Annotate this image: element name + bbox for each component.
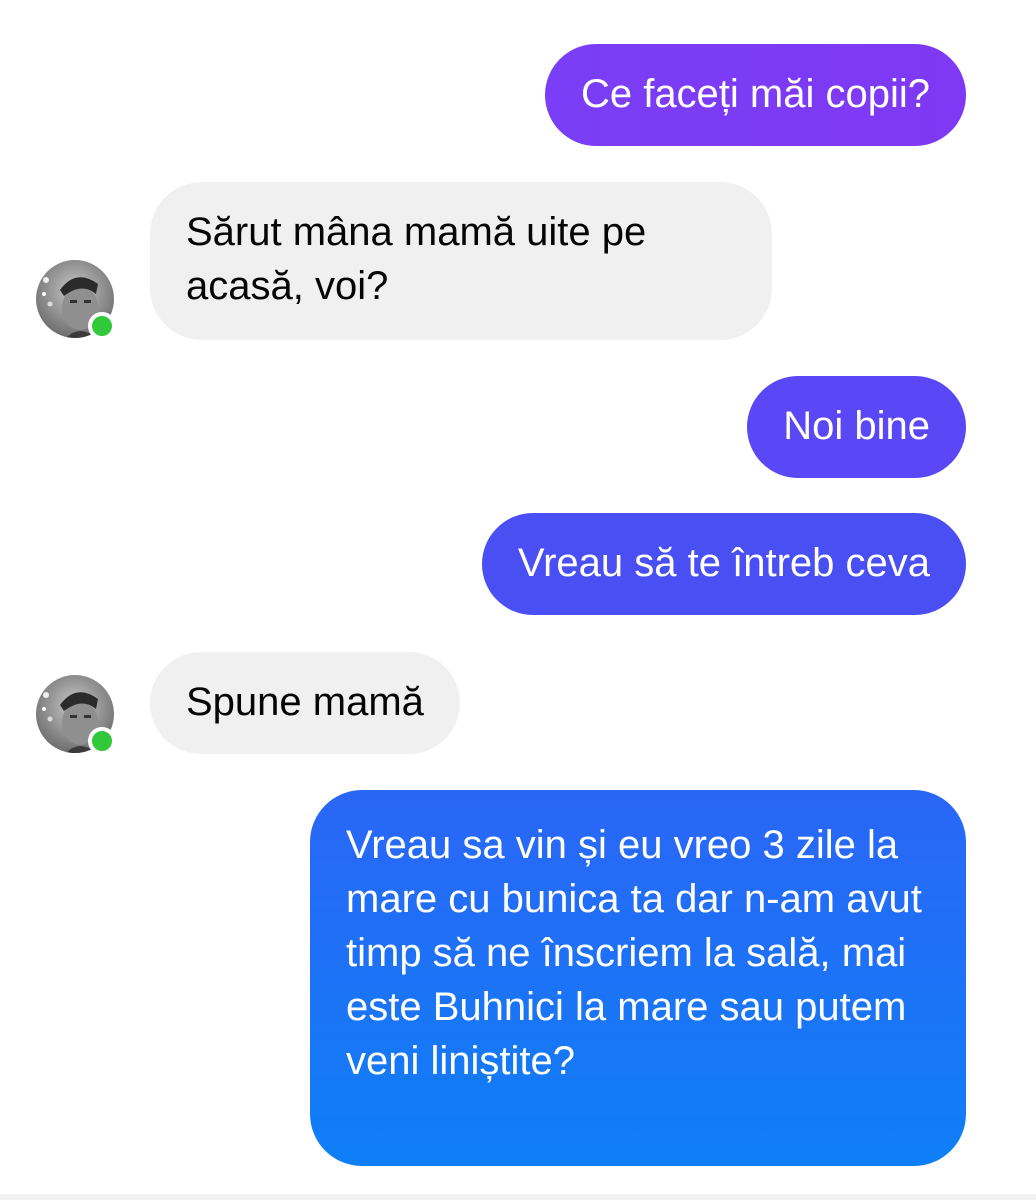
outgoing-message[interactable]: Ce faceți măi copii?	[544, 44, 966, 146]
bottom-divider	[0, 1194, 1036, 1200]
message-text: Vreau sa vin și eu vreo 3 zile la mare c…	[346, 823, 922, 1083]
incoming-message[interactable]: Spune mamă	[150, 652, 460, 754]
outgoing-message[interactable]: Noi bine	[747, 376, 966, 478]
message-text: Sărut mâna mamă uite pe acasă, voi?	[186, 210, 647, 308]
online-status-dot	[88, 727, 116, 755]
outgoing-message[interactable]: Vreau sa vin și eu vreo 3 zile la mare c…	[310, 790, 966, 1166]
contact-avatar[interactable]	[36, 260, 116, 340]
contact-avatar[interactable]	[36, 675, 116, 755]
outgoing-message[interactable]: Vreau să te întreb ceva	[481, 513, 966, 615]
message-text: Noi bine	[783, 404, 930, 448]
message-text: Vreau să te întreb ceva	[517, 541, 930, 585]
message-text: Ce faceți măi copii?	[580, 72, 930, 116]
online-status-dot	[88, 312, 116, 340]
message-text: Spune mamă	[186, 680, 424, 724]
incoming-message[interactable]: Sărut mâna mamă uite pe acasă, voi?	[150, 182, 772, 340]
